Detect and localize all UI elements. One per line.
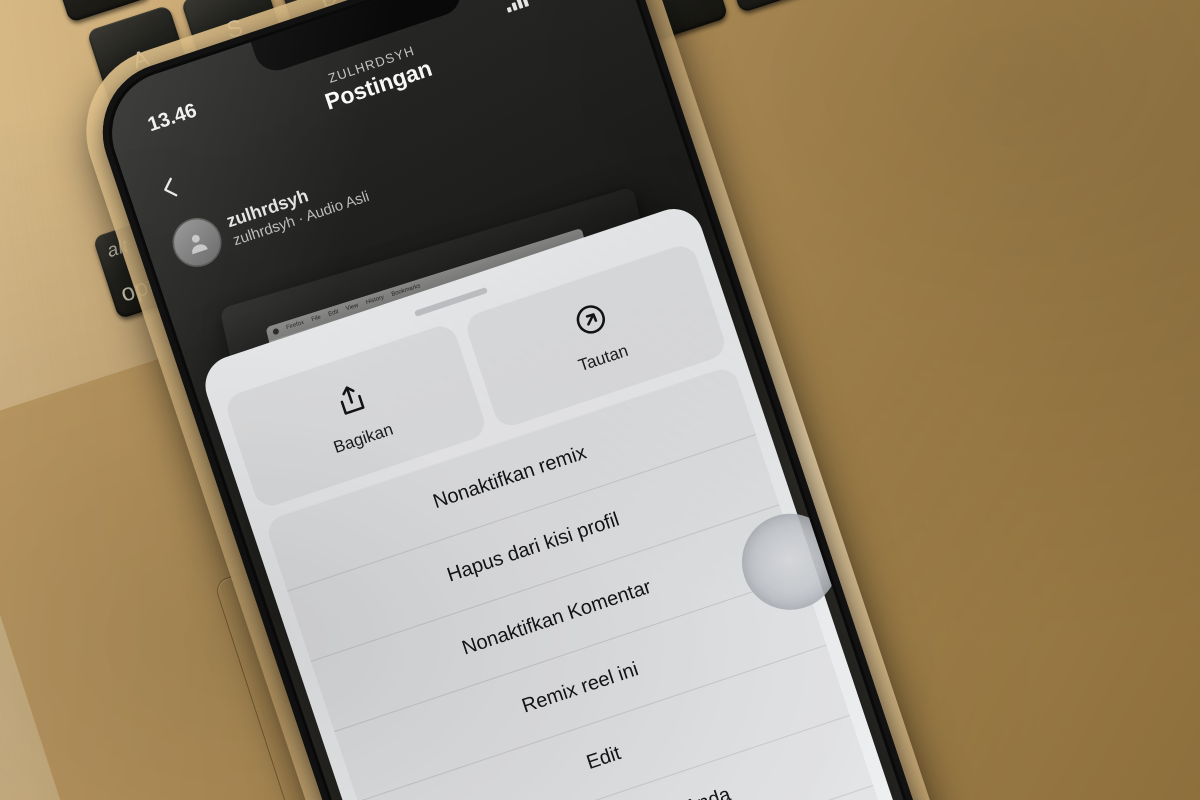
wifi-icon [530,0,556,8]
link-icon [569,298,614,346]
photo-scene: 234567890-= QWERTYUIOP{[}] ASDFGHJKL:;”’… [0,0,1200,800]
menu-item-label: Edit [583,742,624,774]
apple-logo-icon [272,327,280,336]
status-bar-time: 13.46 [144,99,200,136]
menu-item-label: Remix reel ini [519,658,642,718]
cellular-signal-icon [504,0,530,13]
reel-menu-file: File [310,314,322,324]
key-M[interactable]: M [714,0,823,14]
status-bar-indicators [502,0,590,17]
reel-menu-edit: Edit [327,308,340,318]
reel-menu-view: View [345,302,360,313]
quick-action-link-label: Tautan [575,340,631,376]
key-label: N [662,0,687,5]
share-up-icon [329,378,374,426]
